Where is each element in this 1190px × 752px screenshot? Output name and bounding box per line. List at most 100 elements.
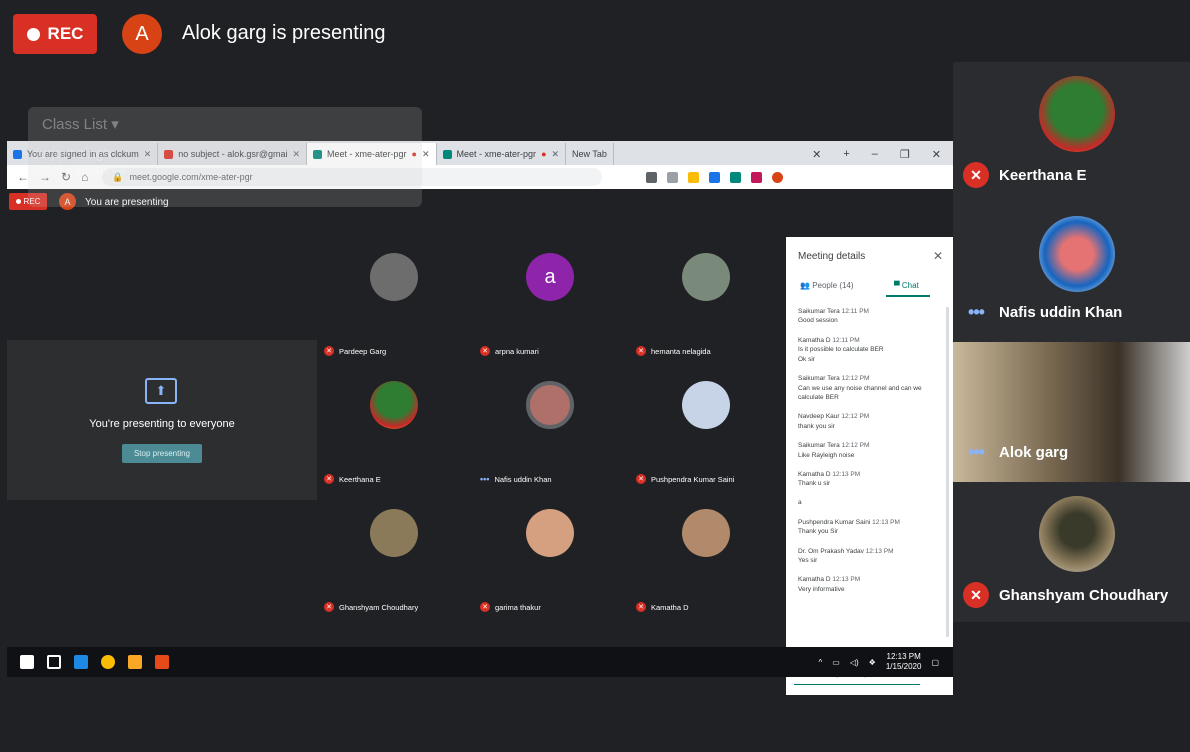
message-text: Good session <box>798 317 838 325</box>
tab-people-label: People (14) <box>812 281 854 290</box>
profile-avatar-icon[interactable] <box>772 171 783 183</box>
presenting-status: Alok garg is presenting <box>182 22 386 44</box>
extension-icon[interactable] <box>751 171 762 183</box>
participant-name: Ghanshyam Choudhary <box>999 586 1169 604</box>
mic-off-icon: ✕ <box>324 602 334 612</box>
tab-chat-label: Chat <box>901 281 919 290</box>
message-time: 12:13 PM <box>865 547 894 555</box>
clock-date: 1/15/2020 <box>885 662 922 671</box>
browser-tab-5[interactable]: New Tab <box>566 143 614 165</box>
grid-tile[interactable]: ✕ Pushpendra Kumar Saini <box>630 365 786 493</box>
new-tab-icon[interactable]: + <box>843 148 849 160</box>
grid-tile[interactable]: ✕ hemanta nelagida <box>630 237 786 365</box>
avatar <box>370 509 418 557</box>
tab-title: Meet - xme-ater-pgr <box>456 149 537 159</box>
people-icon: 👥 <box>800 281 813 290</box>
grid-tile[interactable]: ✕ Pardeep Garg <box>318 237 474 365</box>
tab-chat[interactable]: ▀ Chat <box>894 281 919 290</box>
presenter-avatar: A <box>122 14 162 54</box>
participant-tile[interactable]: ✕ Keerthana E <box>953 62 1190 202</box>
participant-tile-video[interactable]: ••• Alok garg <box>953 342 1190 482</box>
mic-off-icon: ✕ <box>636 474 646 484</box>
message-time: 12:12 PM <box>841 442 870 450</box>
participant-name: Keerthana E <box>339 474 381 484</box>
volume-icon[interactable]: ◁) <box>850 658 859 667</box>
message-time: 12:13 PM <box>872 518 900 526</box>
participant-label: ••• Alok garg <box>963 442 1068 463</box>
task-view-icon[interactable] <box>47 655 61 669</box>
avatar <box>526 509 574 557</box>
system-tray: ^ ▭ ◁) ❖ 12:13 PM 1/15/2020 ▢ <box>819 652 953 671</box>
close-window-icon[interactable]: ✕ <box>932 148 941 161</box>
participant-tile[interactable]: ✕ Ghanshyam Choudhary <box>953 482 1190 622</box>
star-icon[interactable] <box>688 171 699 183</box>
chevron-down-icon[interactable]: ▾ <box>111 116 119 133</box>
message-time: 12:13 PM <box>832 576 861 584</box>
tab-people[interactable]: 👥 People (14) <box>800 281 854 290</box>
grid-tile[interactable]: ✕ Kamatha D <box>630 493 786 621</box>
mic-off-icon: ✕ <box>480 346 490 356</box>
record-indicator-icon: ● <box>541 149 547 159</box>
extension-icon[interactable] <box>709 171 720 183</box>
camera-icon[interactable] <box>646 171 657 183</box>
grid-tile[interactable]: ✕ Keerthana E <box>318 365 474 493</box>
browser-tab-4[interactable]: Meet - xme-ater-pgr ● ✕ <box>437 143 567 165</box>
stop-presenting-button[interactable]: Stop presenting <box>122 444 202 463</box>
chat-message: Kamatha D 12:13 PM Thank u sir a <box>798 470 948 508</box>
zoom-icon[interactable] <box>667 171 678 183</box>
mic-off-icon: ✕ <box>324 474 334 484</box>
grid-tile[interactable]: ✕ garima thakur <box>474 493 630 621</box>
grid-tile-label: ✕ hemanta nelagida <box>636 346 711 356</box>
avatar <box>682 253 730 301</box>
avatar <box>370 381 418 429</box>
message-author: Kamatha D <box>798 471 831 479</box>
powerpoint-icon[interactable] <box>155 655 169 669</box>
network-icon[interactable]: ▭ <box>832 658 840 667</box>
mic-off-icon: ✕ <box>636 602 646 612</box>
message-author: Navdeep Kaur <box>798 413 840 421</box>
chevron-up-icon[interactable]: ^ <box>819 658 823 667</box>
maximize-icon[interactable]: ❐ <box>900 148 910 161</box>
record-dot-icon <box>15 199 21 204</box>
message-text: Like Rayleigh noise <box>798 451 855 459</box>
message-time: 12:11 PM <box>832 336 860 344</box>
present-screen-icon: ⬆ <box>145 378 177 404</box>
notification-icon[interactable]: ▢ <box>931 658 939 667</box>
close-icon[interactable]: ✕ <box>552 149 560 160</box>
close-icon[interactable]: ✕ <box>933 249 943 263</box>
grid-tile-label: ✕ garima thakur <box>480 602 541 612</box>
windows-start-icon[interactable] <box>20 655 34 669</box>
class-list-item: surjeet singh <box>32 145 112 161</box>
extension-icon[interactable] <box>730 171 741 183</box>
grid-tile[interactable]: a ✕ arpna kumari <box>474 237 630 365</box>
participant-name: hemanta nelagida <box>651 346 711 356</box>
message-time: 12:12 PM <box>841 375 870 383</box>
message-text: Yes sir <box>798 557 818 565</box>
file-explorer-icon[interactable] <box>128 655 142 669</box>
mic-off-icon: ✕ <box>963 162 989 188</box>
dropbox-icon[interactable]: ❖ <box>869 658 876 667</box>
panel-title: Meeting details <box>798 251 866 262</box>
close-icon[interactable]: ✕ <box>422 149 430 160</box>
chat-messages: Saikumar Tera 12:11 PM Good session Kamat… <box>798 307 948 647</box>
grid-tile[interactable]: ✕ Ghanshyam Choudhary <box>318 493 474 621</box>
tab-title: New Tab <box>572 149 607 159</box>
edge-icon[interactable] <box>74 655 88 669</box>
close-icon[interactable]: ✕ <box>812 148 821 161</box>
message-time: 12:13 PM <box>832 471 861 479</box>
message-author: Pushpendra Kumar Saini <box>798 518 871 526</box>
class-list-overlay[interactable]: Class List ▾ surjeet singh amol vasudeva <box>28 107 422 207</box>
chrome-icon[interactable] <box>101 655 115 669</box>
grid-tile-label: ✕ Ghanshyam Choudhary <box>324 602 418 612</box>
chat-scrollbar[interactable] <box>946 307 949 637</box>
message-author: Kamatha D <box>798 576 831 584</box>
avatar <box>1039 496 1115 572</box>
grid-tile[interactable]: ••• Nafis uddin Khan <box>474 365 630 493</box>
chat-message: Saikumar Tera 12:12 PM Can we use any noi… <box>798 374 948 402</box>
minimize-icon[interactable]: – <box>872 148 878 160</box>
system-clock[interactable]: 12:13 PM 1/15/2020 <box>886 652 922 671</box>
chat-message: Dr. Om Prakash Yadav 12:13 PM Yes sir <box>798 547 948 566</box>
participant-tile[interactable]: ••• Nafis uddin Khan <box>953 202 1190 342</box>
mic-off-icon: ✕ <box>963 582 989 608</box>
chat-icon: ▀ <box>894 281 902 290</box>
